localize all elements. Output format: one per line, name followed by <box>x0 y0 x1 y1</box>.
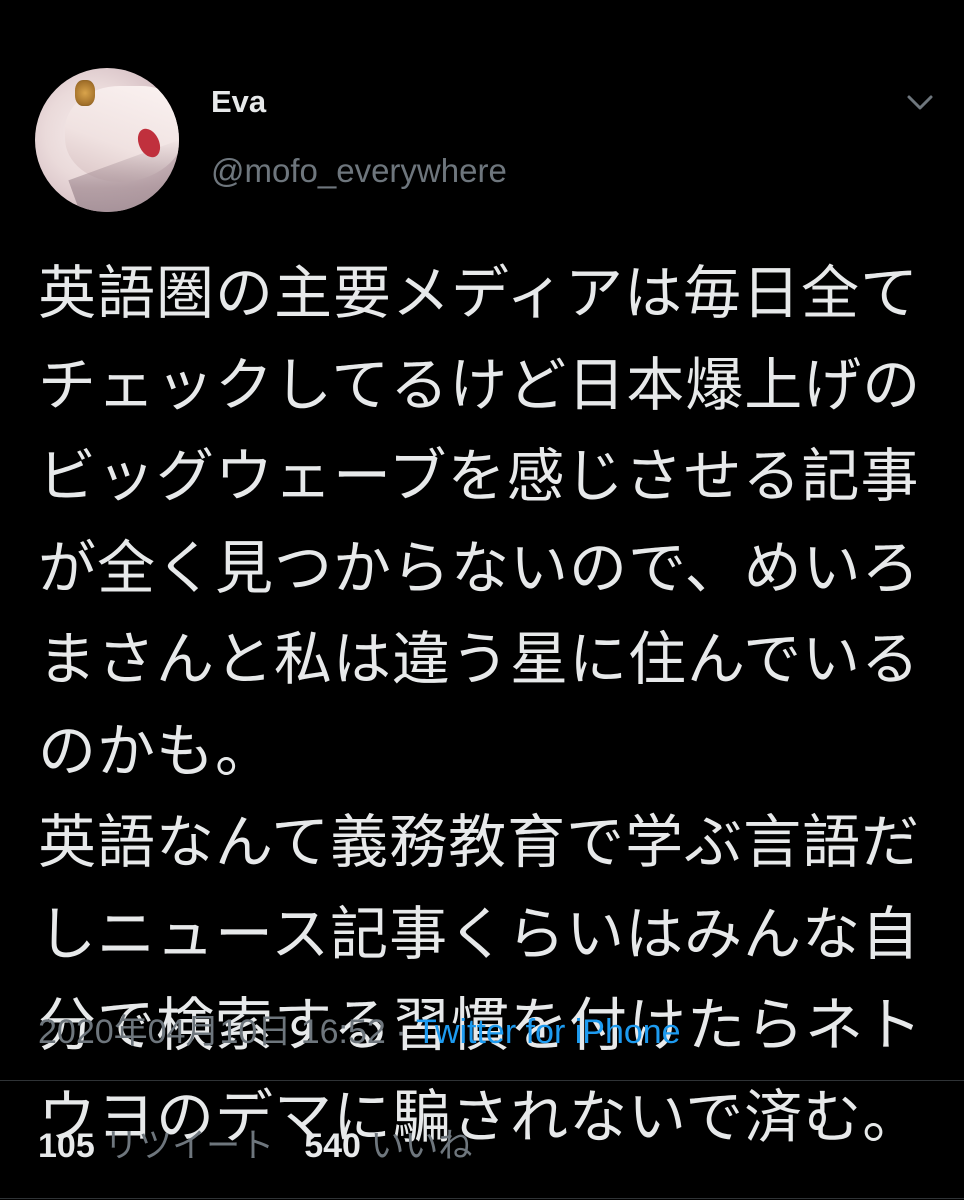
avatar[interactable] <box>35 68 179 212</box>
tweet-text-line: のかも。 <box>38 716 275 785</box>
likes-count: 540 <box>304 1127 361 1165</box>
retweets-label: リツイート <box>104 1127 275 1165</box>
avatar-earring <box>75 80 95 106</box>
tweet-text-line: 英語圏の主要メディアは毎日全て <box>38 259 919 327</box>
chevron-down-icon[interactable] <box>903 86 937 120</box>
divider <box>0 1198 964 1199</box>
tweet-stats: 105 リツイート 540 いいね <box>38 1118 472 1167</box>
source-link[interactable]: Twitter for iPhone <box>416 1013 681 1051</box>
tweet-text-line: チェックしてるけど日本爆上げの <box>38 350 922 419</box>
tweet-card: Eva @mofo_everywhere 英語圏の主要メディアは毎日全て チェッ… <box>0 0 964 1200</box>
tweet-text-line: が全く見つからないので、めいろ <box>38 533 921 602</box>
retweets-count: 105 <box>38 1127 95 1165</box>
display-name[interactable]: Eva <box>211 84 266 120</box>
tweet-text-line: しニュース記事くらいはみんな自 <box>38 899 921 968</box>
tweet-text-line: まさんと私は違う星に住んでいる <box>38 625 921 693</box>
likes-stat[interactable]: 540 いいね <box>304 1127 472 1165</box>
retweets-stat[interactable]: 105 リツイート <box>38 1127 274 1165</box>
tweet-text-line: 英語なんて義務教育で学ぶ言語だ <box>38 808 921 876</box>
tweet-text-line: ビッグウェーブを感じさせる記事 <box>38 442 920 510</box>
likes-label: いいね <box>370 1127 473 1165</box>
meta-separator: · <box>385 1013 417 1051</box>
user-handle[interactable]: @mofo_everywhere <box>211 152 507 190</box>
tweet-meta: 2020年04月10日 16:52 · Twitter for iPhone <box>38 1004 681 1053</box>
timestamp[interactable]: 2020年04月10日 16:52 <box>38 1013 386 1051</box>
divider <box>0 1080 964 1081</box>
